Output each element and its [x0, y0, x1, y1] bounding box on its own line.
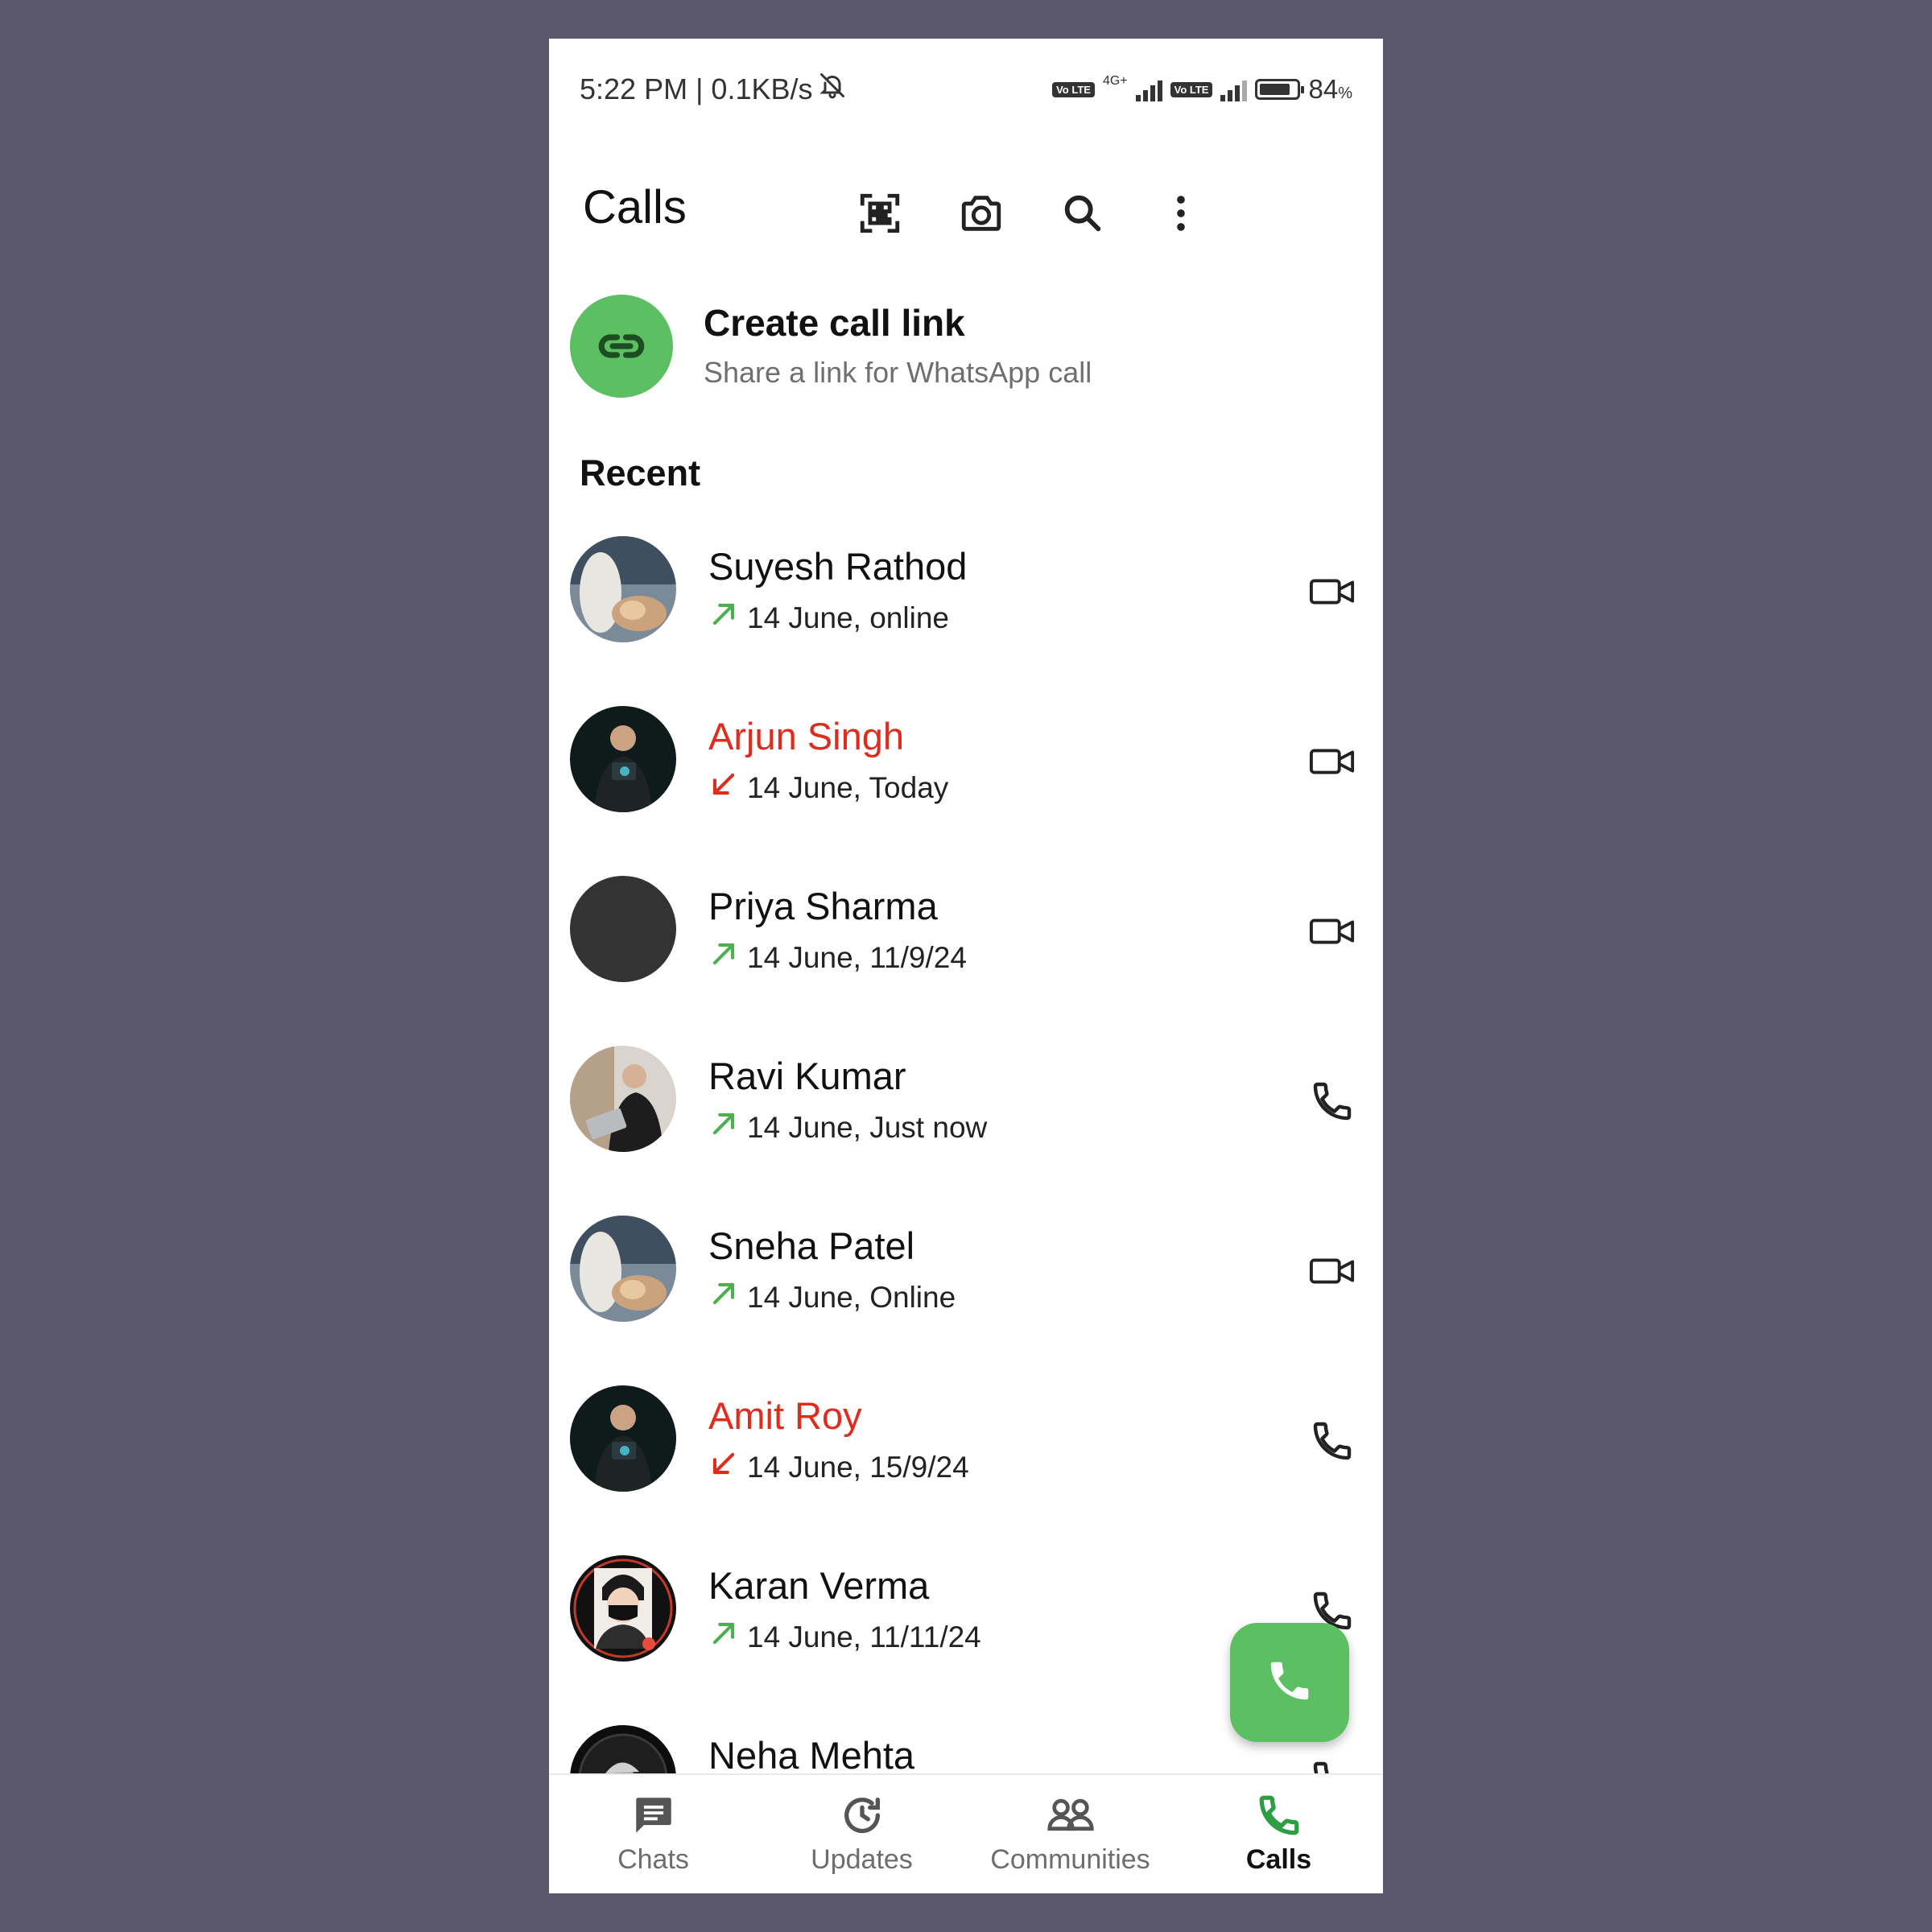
outgoing-call-arrow-icon: [708, 939, 739, 976]
call-list-item[interactable]: Suyesh Rathod 14 June, online: [549, 499, 1383, 669]
outgoing-call-arrow-icon: [708, 1278, 739, 1316]
network-type-label: 4G+: [1102, 74, 1128, 88]
video-call-icon[interactable]: [1306, 905, 1359, 958]
battery-unit: %: [1338, 85, 1352, 102]
status-bar: 5:22 PM | 0.1KB/s Vo LTE 4G+ Vo LTE 84%: [549, 39, 1383, 143]
outgoing-call-arrow-icon: [708, 1108, 739, 1146]
outgoing-call-arrow-icon: [708, 1618, 739, 1656]
create-call-link-row[interactable]: Create call link Share a link for WhatsA…: [549, 280, 1383, 409]
nav-updates[interactable]: Updates: [758, 1791, 966, 1888]
create-call-link-title: Create call link: [704, 302, 965, 344]
nav-chats-label: Chats: [617, 1844, 689, 1875]
nav-communities[interactable]: Communities: [966, 1791, 1174, 1888]
call-contact-name: Karan Verma: [708, 1564, 930, 1607]
battery-icon: [1255, 79, 1305, 100]
video-call-icon[interactable]: [1306, 565, 1359, 618]
avatar[interactable]: [570, 1216, 676, 1322]
avatar[interactable]: [570, 1385, 676, 1492]
nav-calls-label: Calls: [1245, 1844, 1312, 1875]
call-contact-name: Suyesh Rathod: [708, 545, 968, 588]
avatar[interactable]: [570, 1555, 676, 1662]
battery-percent: 84: [1308, 74, 1339, 104]
signal-icon: [1135, 77, 1162, 101]
new-call-button[interactable]: [1230, 1623, 1349, 1742]
call-list-item[interactable]: Ravi Kumar 14 June, Just now: [549, 1009, 1383, 1179]
bottom-nav: Chats Updates Communities Calls: [549, 1773, 1383, 1893]
call-timestamp: 14 June, 11/9/24: [747, 940, 967, 974]
phone-icon: [1174, 1791, 1383, 1839]
recent-heading: Recent: [580, 452, 701, 493]
qr-scan-icon[interactable]: [852, 185, 908, 242]
video-call-icon[interactable]: [1306, 1245, 1359, 1298]
more-vert-icon[interactable]: [1153, 185, 1209, 242]
link-icon: [570, 295, 673, 398]
call-contact-name: Amit Roy: [708, 1394, 862, 1437]
call-timestamp: 14 June, Just now: [747, 1110, 988, 1144]
nav-calls[interactable]: Calls: [1174, 1791, 1383, 1888]
outgoing-call-arrow-icon: [708, 599, 739, 637]
call-timestamp: 14 June, Online: [747, 1280, 956, 1314]
create-call-link-subtitle: Share a link for WhatsApp call: [704, 356, 1092, 389]
avatar[interactable]: [570, 706, 676, 812]
nav-updates-label: Updates: [811, 1844, 913, 1875]
video-call-icon[interactable]: [1306, 735, 1359, 788]
call-timestamp: 14 June, 11/11/24: [747, 1620, 981, 1653]
nav-chats[interactable]: Chats: [549, 1791, 758, 1888]
call-list-item[interactable]: Priya Sharma 14 June, 11/9/24: [549, 839, 1383, 1009]
new-call-icon: [1265, 1656, 1315, 1710]
updates-icon: [758, 1791, 966, 1839]
call-contact-name: Ravi Kumar: [708, 1055, 906, 1097]
call-timestamp: 14 June, Today: [747, 770, 949, 804]
incoming-call-arrow-icon: [708, 1448, 739, 1486]
search-icon[interactable]: [1055, 185, 1111, 242]
voice-call-icon[interactable]: [1306, 1075, 1359, 1128]
nav-communities-label: Communities: [990, 1844, 1150, 1875]
call-list-item[interactable]: Arjun Singh 14 June, Today: [549, 669, 1383, 839]
call-contact-name: Neha Mehta: [708, 1734, 915, 1777]
call-list-item[interactable]: Amit Roy 14 June, 15/9/24: [549, 1348, 1383, 1518]
status-time-speed: 5:22 PM | 0.1KB/s: [580, 72, 813, 105]
communities-icon: [966, 1791, 1174, 1839]
voice-call-icon[interactable]: [1306, 1414, 1359, 1468]
page-title: Calls: [583, 181, 687, 233]
call-timestamp: 14 June, online: [747, 601, 949, 634]
incoming-call-arrow-icon: [708, 769, 739, 807]
call-contact-name: Arjun Singh: [708, 715, 904, 758]
call-list-item[interactable]: Sneha Patel 14 June, Online: [549, 1179, 1383, 1348]
avatar[interactable]: [570, 876, 676, 982]
call-contact-name: Priya Sharma: [708, 885, 938, 927]
call-timestamp: 14 June, 15/9/24: [747, 1450, 969, 1484]
call-contact-name: Sneha Patel: [708, 1224, 915, 1267]
phone-screen: 5:22 PM | 0.1KB/s Vo LTE 4G+ Vo LTE 84% …: [549, 39, 1383, 1893]
avatar[interactable]: [570, 536, 676, 642]
camera-icon[interactable]: [953, 185, 1009, 242]
bell-off-icon: [818, 71, 847, 107]
volte-icon-2: Vo LTE: [1170, 81, 1213, 97]
signal-icon-2: [1220, 77, 1248, 101]
app-bar: Calls: [549, 151, 1383, 264]
avatar[interactable]: [570, 1046, 676, 1152]
volte-icon: Vo LTE: [1052, 81, 1095, 97]
chat-icon: [549, 1791, 758, 1839]
